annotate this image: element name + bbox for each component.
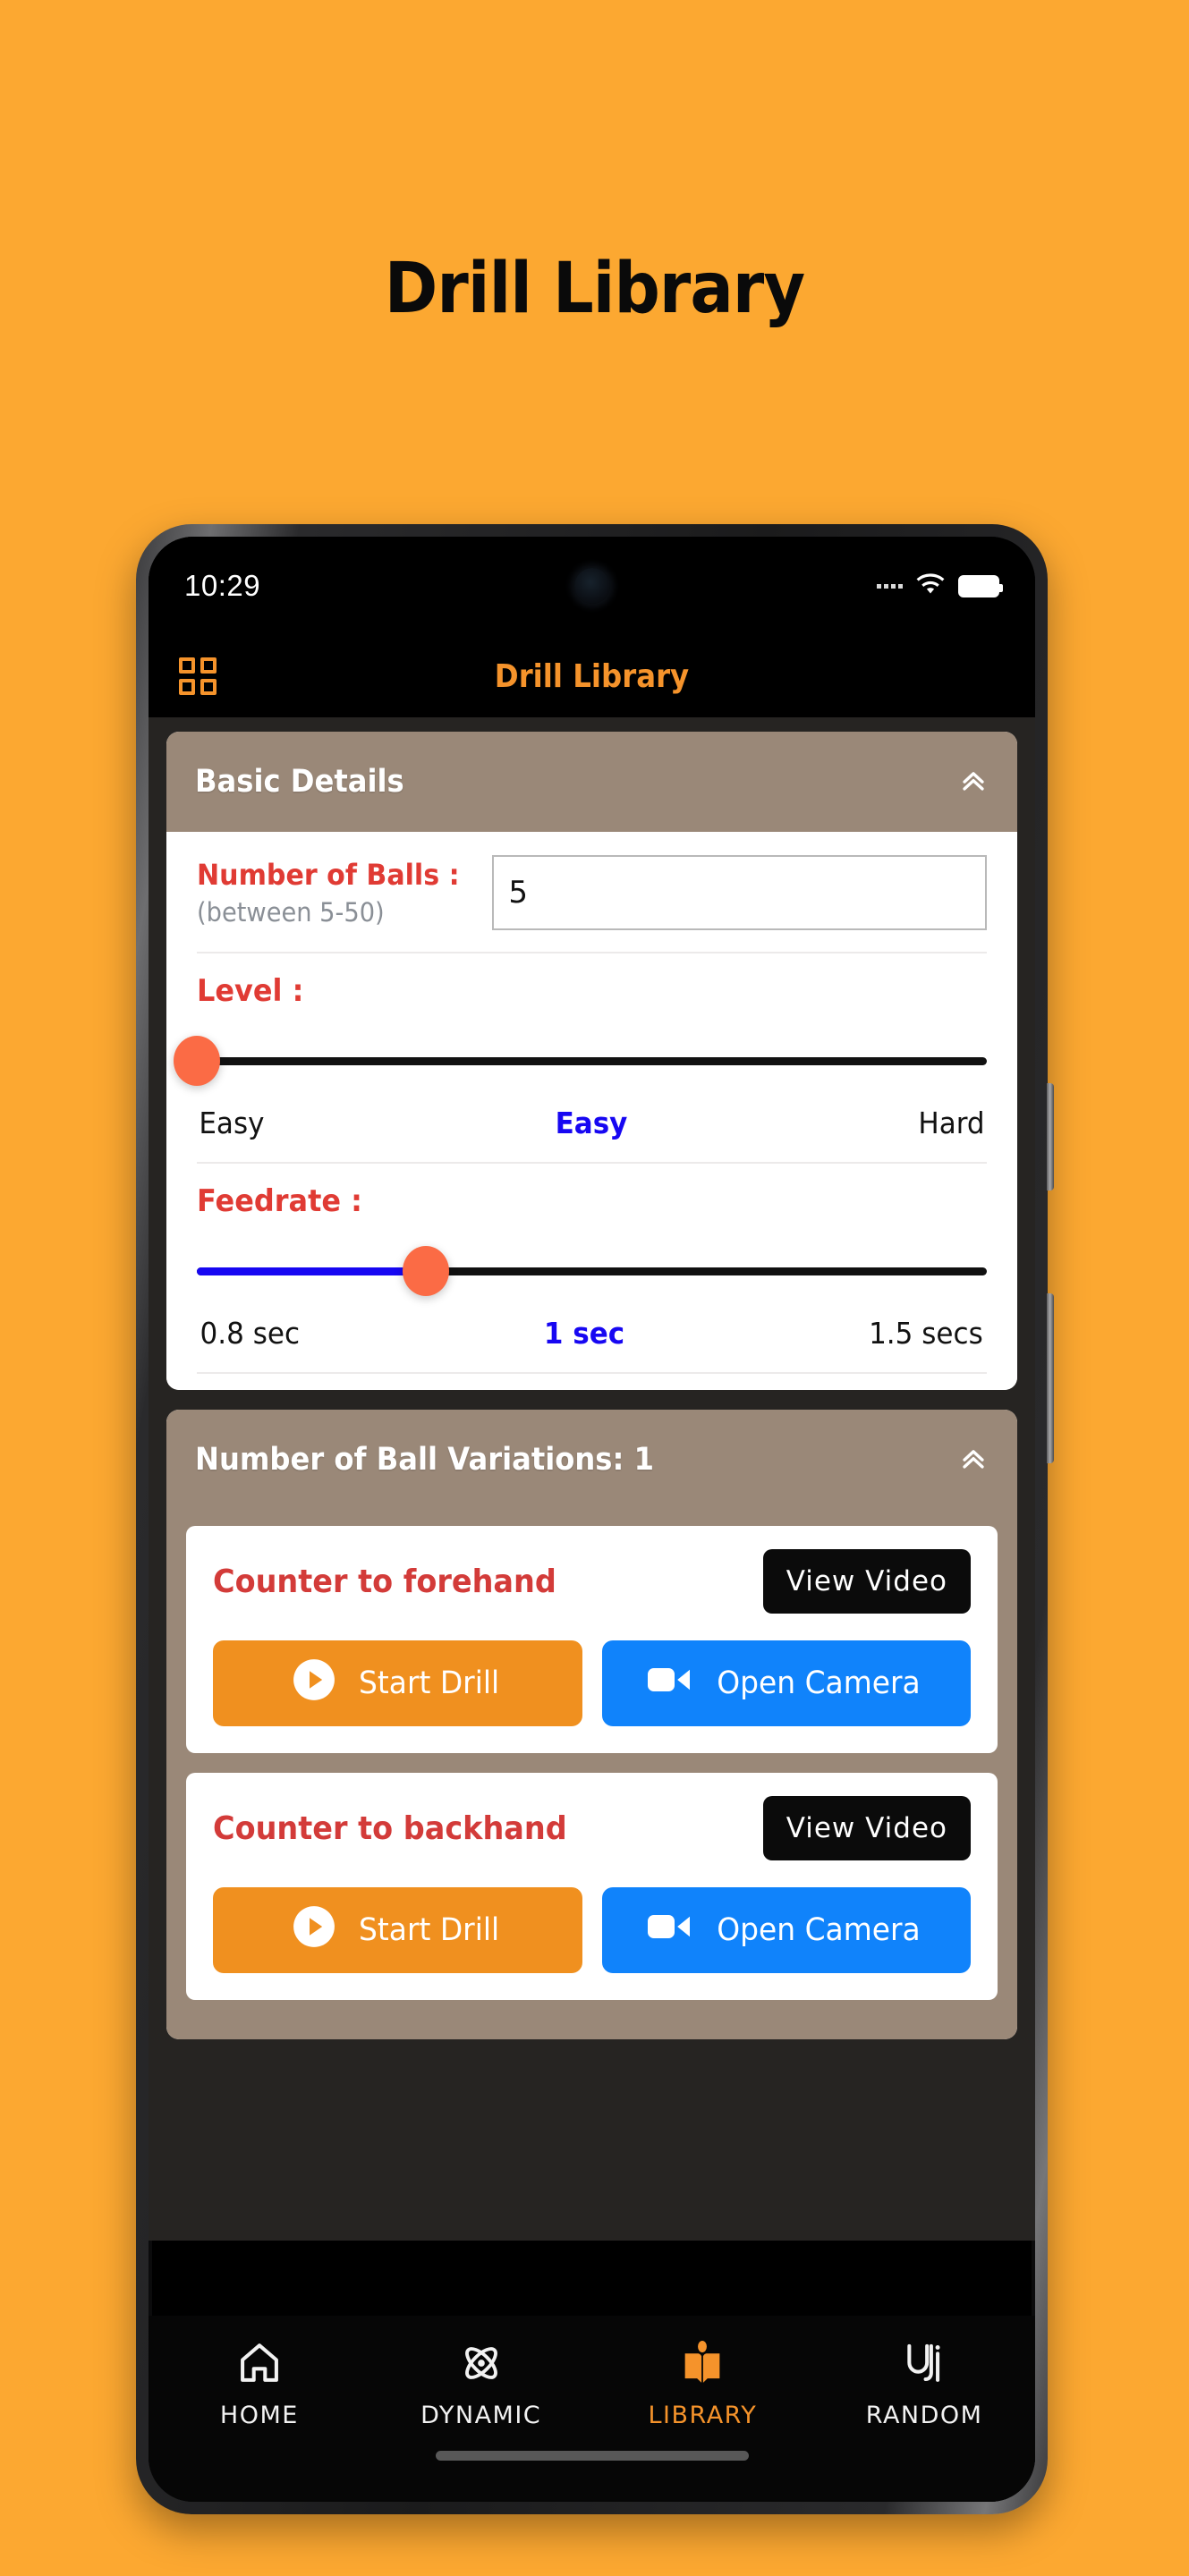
drill-header-row: Counter to backhand View Video bbox=[213, 1796, 971, 1860]
drill-header-row: Counter to forehand View Video bbox=[213, 1549, 971, 1614]
feedrate-label: Feedrate : bbox=[197, 1183, 362, 1219]
level-slider-track bbox=[197, 1056, 987, 1065]
number-of-balls-label: Number of Balls : bbox=[197, 858, 460, 892]
feedrate-current-label: 1 sec bbox=[543, 1316, 625, 1351]
app-bar-title: Drill Library bbox=[494, 657, 690, 695]
chevron-up-double-icon[interactable] bbox=[958, 1443, 989, 1478]
bottom-navigation: HOME DYNAMIC LIBRARY RANDOM bbox=[149, 2316, 1035, 2502]
number-of-balls-row: Number of Balls : (between 5-50) bbox=[197, 832, 987, 952]
drill-actions: Start Drill Open Camera bbox=[213, 1887, 971, 1973]
nav-label-library: LIBRARY bbox=[648, 2402, 758, 2429]
feedrate-slider-fill bbox=[197, 1267, 427, 1275]
status-time: 10:29 bbox=[184, 569, 261, 602]
level-slider[interactable] bbox=[174, 1036, 987, 1086]
scroll-content[interactable]: Basic Details Number of Balls : (between… bbox=[149, 717, 1035, 2241]
phone-screen: 10:29 Drill Library Basic Details Number… bbox=[149, 537, 1035, 2502]
basic-details-body: Number of Balls : (between 5-50) Level : bbox=[166, 832, 1017, 1390]
video-camera-icon bbox=[646, 1910, 692, 1952]
level-slider-thumb[interactable] bbox=[174, 1036, 220, 1086]
play-circle-icon bbox=[292, 1657, 336, 1710]
feedrate-min-label: 0.8 sec bbox=[200, 1316, 301, 1351]
basic-details-card: Basic Details Number of Balls : (between… bbox=[166, 732, 1017, 1390]
app-bar: Drill Library bbox=[149, 635, 1035, 717]
shuffle-icon bbox=[900, 2339, 948, 2387]
view-video-button[interactable]: View Video bbox=[762, 1549, 971, 1614]
home-icon bbox=[235, 2339, 284, 2387]
phone-frame: 10:29 Drill Library Basic Details Number… bbox=[136, 524, 1054, 2514]
start-drill-button[interactable]: Start Drill bbox=[213, 1640, 582, 1726]
atom-icon bbox=[457, 2339, 505, 2387]
open-camera-button[interactable]: Open Camera bbox=[601, 1640, 971, 1726]
signal-dots-icon bbox=[877, 583, 903, 589]
open-camera-label: Open Camera bbox=[717, 1912, 921, 1948]
power-button[interactable] bbox=[1047, 1083, 1054, 1191]
front-camera-punch-hole bbox=[573, 568, 610, 604]
basic-details-title: Basic Details bbox=[195, 764, 404, 800]
open-book-icon bbox=[678, 2339, 726, 2387]
video-camera-icon bbox=[646, 1663, 692, 1705]
volume-button[interactable] bbox=[1047, 1293, 1054, 1463]
level-max-label: Hard bbox=[918, 1106, 985, 1140]
level-slider-scale: Easy Easy Hard bbox=[197, 1086, 987, 1155]
number-of-balls-labels: Number of Balls : (between 5-50) bbox=[197, 858, 476, 928]
nav-item-home[interactable]: HOME bbox=[149, 2339, 370, 2429]
grid-menu-icon[interactable] bbox=[179, 657, 217, 695]
ball-variations-header[interactable]: Number of Ball Variations: 1 bbox=[166, 1410, 1017, 1510]
start-drill-label: Start Drill bbox=[358, 1912, 499, 1948]
list-item: Counter to forehand View Video Start Dri… bbox=[186, 1526, 998, 1753]
status-icons bbox=[877, 572, 1003, 600]
status-bar: 10:29 bbox=[149, 537, 1035, 635]
open-camera-button[interactable]: Open Camera bbox=[601, 1887, 971, 1973]
nav-label-random: RANDOM bbox=[865, 2402, 983, 2429]
ball-variations-card: Number of Ball Variations: 1 Counter to … bbox=[166, 1410, 1017, 2039]
level-label: Level : bbox=[197, 973, 304, 1009]
feedrate-slider[interactable] bbox=[197, 1246, 987, 1296]
play-circle-icon bbox=[292, 1904, 336, 1957]
nav-item-library[interactable]: LIBRARY bbox=[592, 2339, 814, 2429]
view-video-button[interactable]: View Video bbox=[762, 1796, 971, 1860]
nav-label-home: HOME bbox=[219, 2402, 299, 2429]
start-drill-button[interactable]: Start Drill bbox=[213, 1887, 582, 1973]
wifi-icon bbox=[915, 572, 946, 600]
nav-item-random[interactable]: RANDOM bbox=[813, 2339, 1035, 2429]
drill-name: Counter to forehand bbox=[213, 1563, 556, 1600]
chevron-up-double-icon[interactable] bbox=[958, 765, 989, 800]
level-current-label: Easy bbox=[555, 1106, 628, 1140]
drill-actions: Start Drill Open Camera bbox=[213, 1640, 971, 1726]
nav-item-dynamic[interactable]: DYNAMIC bbox=[370, 2339, 592, 2429]
ball-variations-title: Number of Ball Variations: 1 bbox=[195, 1442, 654, 1478]
number-of-balls-hint: (between 5-50) bbox=[197, 897, 385, 928]
start-drill-label: Start Drill bbox=[358, 1665, 499, 1701]
number-of-balls-input[interactable] bbox=[492, 855, 987, 930]
drill-name: Counter to backhand bbox=[213, 1809, 567, 1847]
list-item: Counter to backhand View Video Start Dri… bbox=[186, 1773, 998, 2000]
feedrate-slider-block: Feedrate : 0.8 sec 1 sec 1.5 secs bbox=[197, 1164, 987, 1372]
nav-label-dynamic: DYNAMIC bbox=[420, 2402, 542, 2429]
page-title: Drill Library bbox=[384, 249, 805, 329]
feedrate-slider-thumb[interactable] bbox=[403, 1246, 450, 1296]
feedrate-slider-scale: 0.8 sec 1 sec 1.5 secs bbox=[197, 1296, 987, 1365]
gesture-bar[interactable] bbox=[435, 2451, 749, 2461]
battery-icon bbox=[958, 574, 1003, 597]
open-camera-label: Open Camera bbox=[717, 1665, 921, 1701]
ball-variations-body: Counter to forehand View Video Start Dri… bbox=[166, 1510, 1017, 2039]
feedrate-max-label: 1.5 secs bbox=[869, 1316, 983, 1351]
basic-details-header[interactable]: Basic Details bbox=[166, 732, 1017, 832]
level-min-label: Easy bbox=[199, 1106, 265, 1140]
level-slider-block: Level : Easy Easy Hard bbox=[174, 953, 987, 1162]
